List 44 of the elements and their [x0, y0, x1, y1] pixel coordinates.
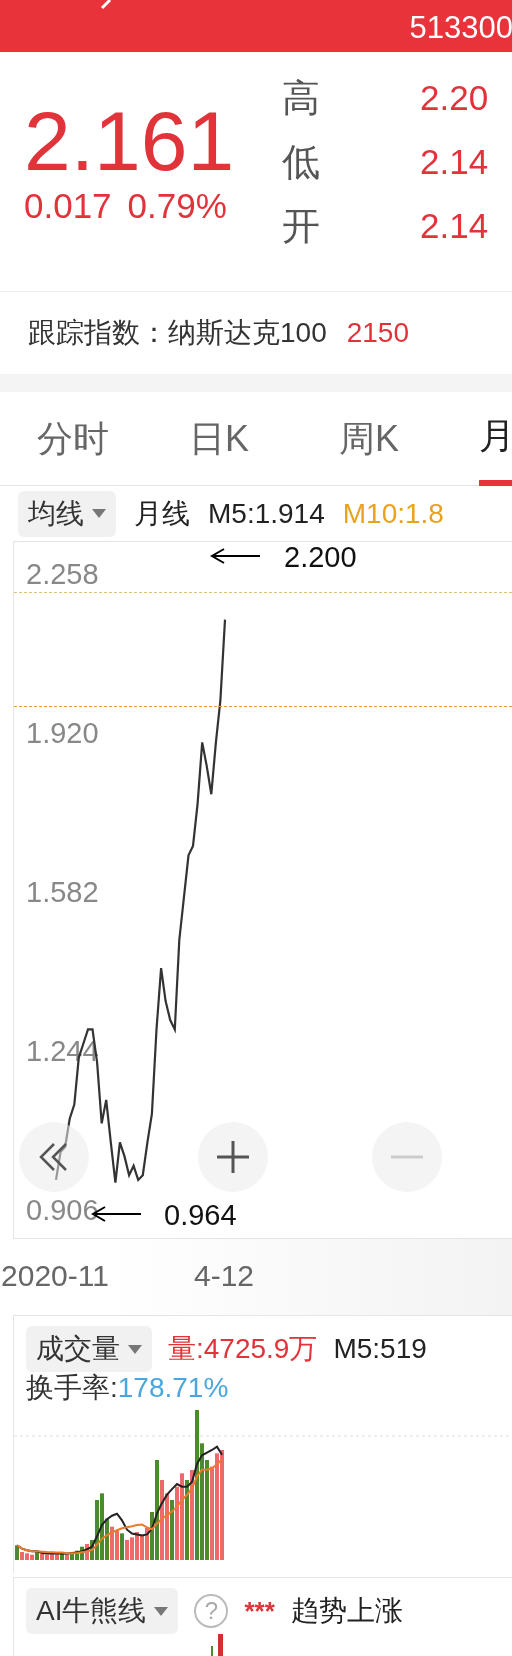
stat-label: 高 [282, 75, 321, 121]
volume-value: 量:4725.9万 [168, 1332, 318, 1366]
minus-icon [391, 1155, 423, 1159]
annotation-label: 0.964 [164, 1199, 237, 1231]
period-tab[interactable]: 分时 [37, 391, 109, 486]
stat-label: 开 [282, 203, 321, 249]
turnover-value: 178.71% [117, 1372, 229, 1403]
caret-icon [128, 1344, 142, 1354]
tracking-index-value: 2150 [346, 317, 409, 349]
axis-label: 2020-11 [1, 1259, 109, 1293]
stat-value: 2.14 [420, 206, 489, 246]
indicator-bars-drawing [211, 1634, 223, 1656]
axis-label: 1.582 [26, 876, 99, 908]
caret-icon [154, 1606, 169, 1616]
current-price: 2.161 [24, 96, 236, 186]
fund-code: 513300 [409, 9, 512, 47]
axis-label: 4-12 [194, 1259, 254, 1293]
indicator-dropdown[interactable]: 均线 [18, 490, 116, 537]
period-tab[interactable]: 周K [339, 391, 400, 486]
period-tab[interactable]: 日K [189, 391, 249, 486]
price-change: 0.017 [24, 186, 112, 226]
turnover-label: 换手率: [26, 1372, 118, 1403]
axis-label: 2.258 [26, 558, 99, 590]
stat-value: 2.20 [420, 78, 489, 118]
caret-icon [92, 509, 106, 518]
signal-marks: *** [244, 1595, 275, 1627]
axis-label: 0.906 [26, 1194, 99, 1226]
moving-average-value: M10:1.8 [342, 497, 444, 530]
stat-value: 2.14 [420, 142, 489, 182]
period-tab[interactable]: 月 [479, 391, 512, 486]
indicator-dropdown[interactable]: AI牛熊线 [26, 1588, 179, 1634]
plus-icon [217, 1141, 249, 1173]
axis-label: 1.920 [26, 717, 99, 749]
indicator-dropdown[interactable]: 成交量 [26, 1326, 152, 1372]
moving-average-value: M5:1.914 [208, 497, 325, 530]
percent-change: 0.79% [127, 186, 227, 226]
arrow-annotation [210, 548, 261, 564]
trend-signal: 趋势上涨 [290, 1594, 403, 1628]
double-chevron-icon [38, 1142, 70, 1172]
moving-average-value: M5:519 [333, 1333, 427, 1365]
annotation-label: 2.200 [284, 542, 357, 573]
tracking-index-label: 跟踪指数：纳斯达克100 [28, 316, 327, 350]
series-name: 月线 [134, 496, 190, 531]
stat-label: 低 [282, 139, 321, 185]
